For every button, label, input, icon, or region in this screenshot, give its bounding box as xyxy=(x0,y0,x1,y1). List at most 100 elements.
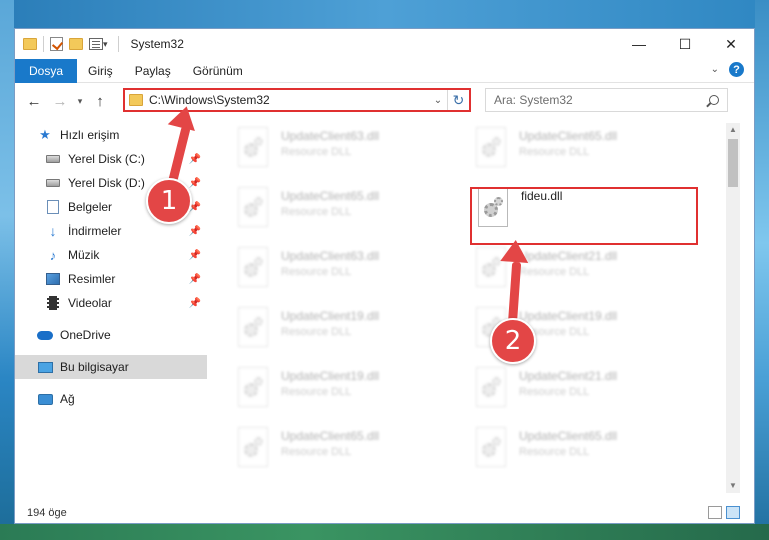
up-arrow-icon[interactable]: ↑ xyxy=(87,93,113,110)
tab-home[interactable]: Giriş xyxy=(77,59,124,83)
sidebar-item-downloads[interactable]: ↓ İndirmeler 📌 xyxy=(15,219,207,243)
search-input[interactable]: Ara: System32 xyxy=(485,88,728,112)
dll-file-icon xyxy=(235,127,271,169)
ribbon-tabs: Dosya Giriş Paylaş Görünüm ⌄ ? xyxy=(15,58,754,83)
customize-toolbar-chevron-icon[interactable]: ▾ xyxy=(103,39,108,50)
tab-file[interactable]: Dosya xyxy=(15,58,78,83)
folder-icon xyxy=(129,94,143,106)
step-2-badge: 2 xyxy=(490,318,536,364)
videos-icon xyxy=(47,296,59,310)
file-item[interactable]: UpdateClient63.dll Resource DLL xyxy=(235,125,455,175)
computer-icon xyxy=(37,361,53,373)
search-placeholder: Ara: System32 xyxy=(494,93,573,107)
dll-file-icon xyxy=(235,307,271,349)
address-dropdown-chevron-icon[interactable]: ⌄ xyxy=(429,95,447,106)
network-icon xyxy=(37,393,53,405)
sidebar-item-pictures[interactable]: Resimler 📌 xyxy=(15,267,207,291)
item-count: 194 öge xyxy=(27,507,67,519)
help-icon[interactable]: ? xyxy=(729,62,744,77)
sidebar-item-label: Bu bilgisayar xyxy=(60,360,129,374)
pin-icon[interactable]: 📌 xyxy=(189,298,201,309)
new-folder-icon[interactable] xyxy=(69,38,83,50)
back-arrow-icon[interactable]: ← xyxy=(21,93,47,110)
file-item[interactable]: UpdateClient65.dll Resource DLL xyxy=(235,425,455,475)
sidebar-item-onedrive[interactable]: OneDrive xyxy=(15,323,207,347)
pin-icon[interactable]: 📌 xyxy=(189,226,201,237)
properties-icon[interactable] xyxy=(89,38,103,50)
dll-file-icon xyxy=(473,127,509,169)
window-controls: — ☐ ✕ xyxy=(616,29,754,59)
tab-view[interactable]: Görünüm xyxy=(182,59,254,83)
sidebar-item-label: Müzik xyxy=(68,248,100,262)
pin-icon[interactable]: 📌 xyxy=(189,274,201,285)
file-explorer-window: ▾ System32 — ☐ ✕ Dosya Giriş Paylaş Görü… xyxy=(14,28,755,524)
sidebar-item-label: Belgeler xyxy=(68,200,113,214)
sidebar-item-label: OneDrive xyxy=(60,328,111,342)
sidebar-item-label: Hızlı erişim xyxy=(60,128,120,142)
vertical-scrollbar[interactable]: ▲ ▼ xyxy=(726,123,740,493)
scrollbar-thumb[interactable] xyxy=(728,139,738,187)
address-path[interactable]: C:\Windows\System32 xyxy=(149,93,429,107)
status-bar: 194 öge xyxy=(15,501,754,523)
sidebar-item-this-pc[interactable]: Bu bilgisayar xyxy=(15,355,207,379)
expand-ribbon-chevron-icon[interactable]: ⌄ xyxy=(711,64,719,75)
search-icon[interactable] xyxy=(709,95,719,105)
sidebar-item-music[interactable]: ♪ Müzik 📌 xyxy=(15,243,207,267)
close-button[interactable]: ✕ xyxy=(708,29,754,59)
forward-arrow-icon[interactable]: → xyxy=(47,93,73,110)
recent-locations-chevron-icon[interactable]: ▾ xyxy=(73,96,87,107)
documents-icon xyxy=(47,200,59,214)
maximize-button[interactable]: ☐ xyxy=(662,29,708,59)
sidebar-item-label: Videolar xyxy=(68,296,112,310)
sidebar-item-label: Yerel Disk (D:) xyxy=(68,176,145,190)
sidebar-item-label: İndirmeler xyxy=(68,224,122,238)
pictures-icon xyxy=(46,273,60,285)
desktop-background xyxy=(0,0,769,28)
scroll-up-icon[interactable]: ▲ xyxy=(726,123,740,137)
large-icons-view-icon[interactable] xyxy=(726,506,740,519)
step-1-badge: 1 xyxy=(146,178,192,224)
file-item[interactable]: UpdateClient21.dll Resource DLL xyxy=(473,365,693,415)
navigation-bar: ← → ▾ ↑ C:\Windows\System32 ⌄ ↻ Ara: Sys… xyxy=(15,84,754,118)
desktop-background-right xyxy=(755,0,769,540)
details-view-icon[interactable] xyxy=(708,506,722,519)
dll-file-icon xyxy=(473,367,509,409)
sidebar-item-label: Ağ xyxy=(60,392,75,406)
annotation-arrow-head-2 xyxy=(500,239,530,263)
dll-file-icon xyxy=(473,427,509,469)
pin-icon[interactable]: 📌 xyxy=(189,178,201,189)
file-item[interactable]: UpdateClient65.dll Resource DLL xyxy=(473,125,693,175)
folder-icon[interactable] xyxy=(23,38,37,50)
desktop-background-bottom xyxy=(0,524,769,540)
drive-icon xyxy=(46,179,60,187)
sidebar-item-videos[interactable]: Videolar 📌 xyxy=(15,291,207,315)
file-item[interactable]: UpdateClient19.dll Resource DLL xyxy=(235,305,455,355)
dll-file-icon xyxy=(235,187,271,229)
file-item[interactable]: UpdateClient65.dll Resource DLL xyxy=(235,185,455,235)
refresh-icon[interactable]: ↻ xyxy=(447,90,469,110)
file-item[interactable]: UpdateClient65.dll Resource DLL xyxy=(473,425,693,475)
sidebar-item-label: Yerel Disk (C:) xyxy=(68,152,145,166)
toolbar-divider xyxy=(117,36,119,52)
sidebar-item-network[interactable]: Ağ xyxy=(15,387,207,411)
pin-icon[interactable]: 📌 xyxy=(189,250,201,261)
navigation-pane: ★ Hızlı erişim Yerel Disk (C:) 📌 Yerel D… xyxy=(15,123,207,493)
sidebar-item-label: Resimler xyxy=(68,272,116,286)
quick-access-toolbar: ▾ xyxy=(23,36,125,52)
dll-file-icon xyxy=(235,247,271,289)
scroll-down-icon[interactable]: ▼ xyxy=(726,479,740,493)
properties-check-icon[interactable] xyxy=(50,37,63,51)
file-item[interactable]: UpdateClient19.dll Resource DLL xyxy=(235,365,455,415)
file-item[interactable]: UpdateClient63.dll Resource DLL xyxy=(235,245,455,295)
pin-icon[interactable]: 📌 xyxy=(189,154,201,165)
dll-file-icon xyxy=(235,367,271,409)
highlight-box xyxy=(470,187,698,245)
toolbar-divider xyxy=(43,36,44,52)
drive-icon xyxy=(46,155,60,163)
tab-share[interactable]: Paylaş xyxy=(124,59,182,83)
title-bar: ▾ System32 — ☐ ✕ xyxy=(15,29,754,59)
music-icon: ♪ xyxy=(49,247,57,263)
dll-file-icon xyxy=(235,427,271,469)
download-icon: ↓ xyxy=(49,223,57,239)
minimize-button[interactable]: — xyxy=(616,29,662,59)
